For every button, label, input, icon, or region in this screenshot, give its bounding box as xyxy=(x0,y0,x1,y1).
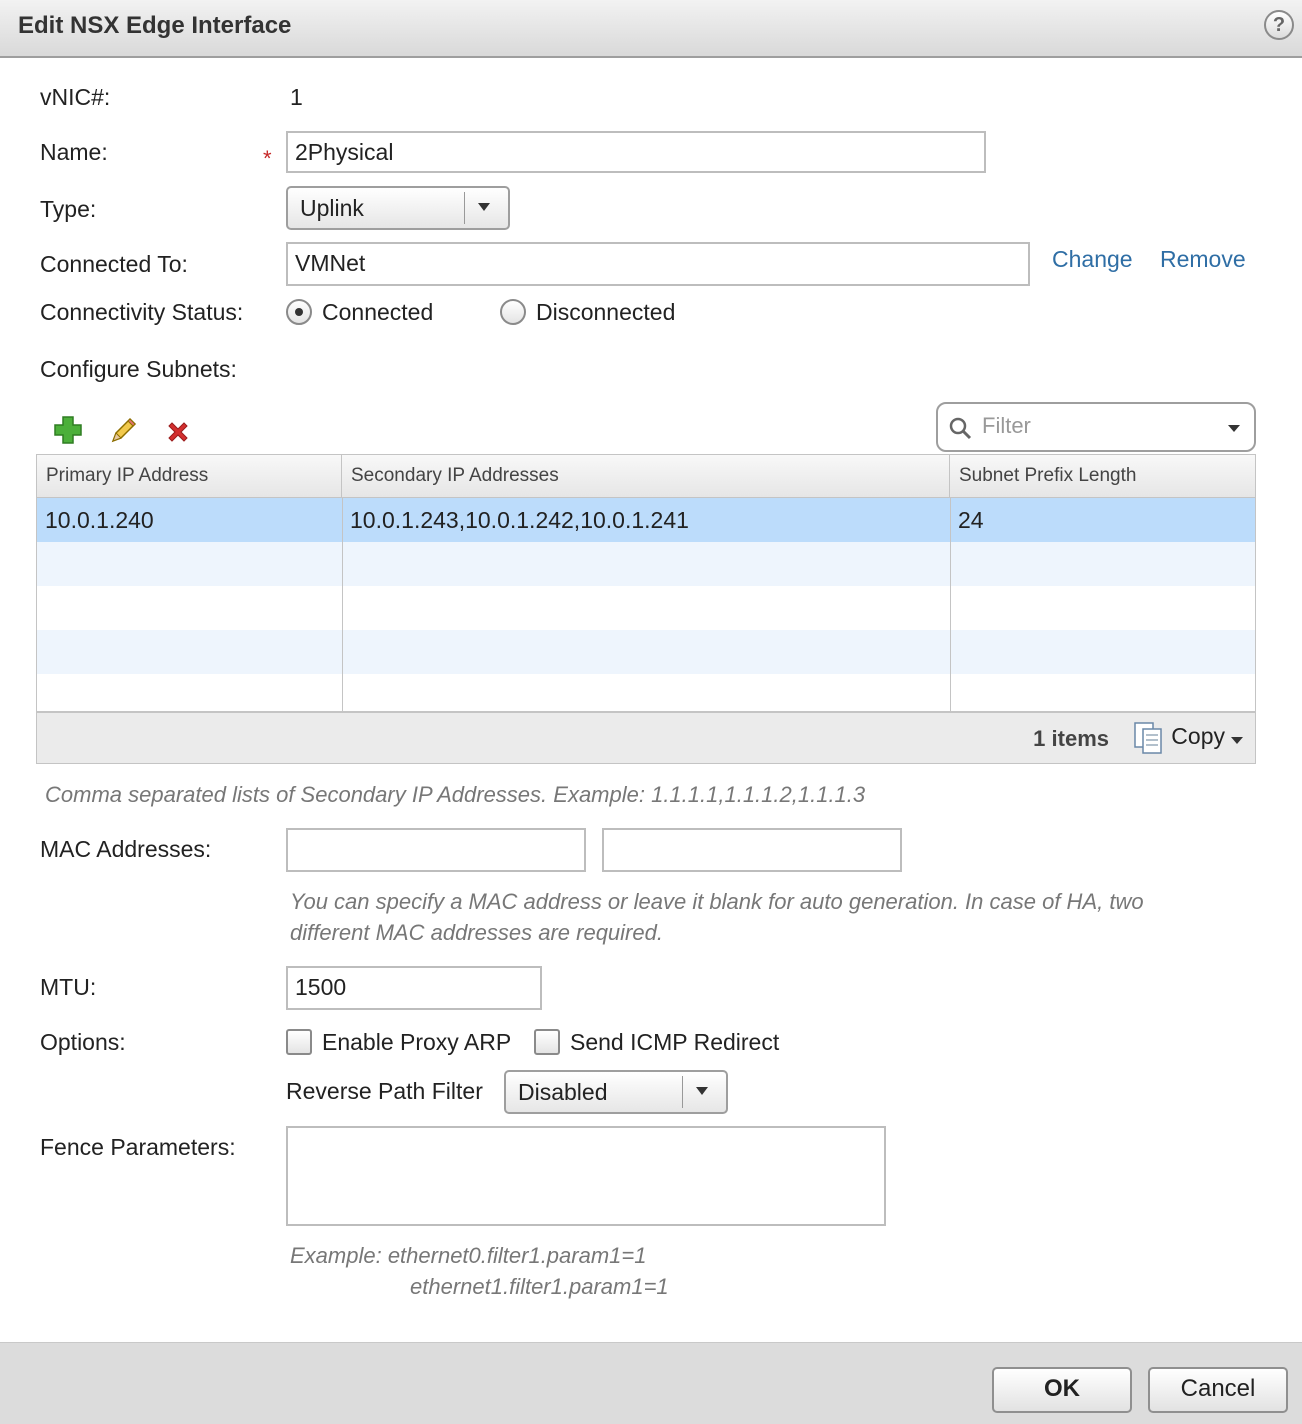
connected-to-field[interactable]: VMNet xyxy=(286,242,1030,286)
connectivity-status-label: Connectivity Status: xyxy=(40,299,244,325)
secondary-ip-cell: 10.0.1.243,10.0.1.242,10.0.1.241 xyxy=(350,507,689,533)
connected-radio-label: Connected xyxy=(322,299,434,325)
dialog-footer: OK Cancel xyxy=(0,1342,1302,1424)
dialog-title: Edit NSX Edge Interface xyxy=(18,12,292,39)
table-row[interactable]: 10.0.1.240 10.0.1.243,10.0.1.242,10.0.1.… xyxy=(37,498,1255,542)
table-footer: 1 items Copy xyxy=(37,711,1255,763)
mtu-label: MTU: xyxy=(40,974,97,1000)
prefix-length-cell: 24 xyxy=(958,507,984,533)
secondary-ip-hint: Comma separated lists of Secondary IP Ad… xyxy=(45,782,866,807)
vnic-label: vNIC#: xyxy=(40,84,111,110)
primary-ip-cell: 10.0.1.240 xyxy=(45,507,154,533)
fence-parameters-textarea[interactable] xyxy=(286,1126,886,1226)
change-link[interactable]: Change xyxy=(1052,246,1133,273)
column-header-prefix-length[interactable]: Subnet Prefix Length xyxy=(950,455,1255,498)
chevron-down-icon[interactable] xyxy=(1231,737,1243,744)
items-count: 1 items xyxy=(1033,726,1109,751)
required-asterisk: * xyxy=(263,146,272,171)
empty-row xyxy=(37,586,1255,630)
edit-pencil-icon[interactable] xyxy=(108,414,140,446)
cancel-button[interactable]: Cancel xyxy=(1148,1367,1288,1413)
mac-address-input-2[interactable] xyxy=(602,828,902,872)
subnets-table: Primary IP Address Secondary IP Addresse… xyxy=(36,454,1256,764)
options-label: Options: xyxy=(40,1029,126,1055)
enable-proxy-arp-label: Enable Proxy ARP xyxy=(322,1029,512,1055)
mac-address-input-1[interactable] xyxy=(286,828,586,872)
empty-row xyxy=(37,630,1255,674)
enable-proxy-arp-checkbox[interactable] xyxy=(286,1029,312,1055)
table-header: Primary IP Address Secondary IP Addresse… xyxy=(37,455,1255,498)
reverse-path-filter-label: Reverse Path Filter xyxy=(286,1078,483,1104)
empty-row xyxy=(37,542,1255,586)
chevron-down-icon xyxy=(478,203,490,211)
reverse-path-filter-value: Disabled xyxy=(518,1079,608,1105)
copy-button[interactable]: Copy xyxy=(1171,723,1225,750)
type-label: Type: xyxy=(40,196,97,222)
type-select[interactable]: Uplink xyxy=(286,186,510,230)
delete-icon[interactable] xyxy=(164,418,192,446)
column-header-secondary-ip[interactable]: Secondary IP Addresses xyxy=(342,455,950,498)
fence-parameters-label: Fence Parameters: xyxy=(40,1134,236,1160)
disconnected-radio[interactable] xyxy=(500,299,526,325)
chevron-down-icon xyxy=(696,1087,708,1095)
column-header-primary-ip[interactable]: Primary IP Address xyxy=(37,455,342,498)
connected-radio[interactable] xyxy=(286,299,312,325)
mac-hint-line-1: You can specify a MAC address or leave i… xyxy=(290,889,1144,914)
configure-subnets-label: Configure Subnets: xyxy=(40,356,237,382)
type-select-value: Uplink xyxy=(300,195,364,221)
filter-placeholder: Filter xyxy=(982,413,1031,438)
send-icmp-redirect-label: Send ICMP Redirect xyxy=(570,1029,780,1055)
connected-to-label: Connected To: xyxy=(40,251,188,277)
search-icon xyxy=(949,417,972,440)
name-label: Name: xyxy=(40,139,108,165)
add-icon[interactable] xyxy=(52,414,84,446)
vnic-value: 1 xyxy=(290,84,303,110)
mac-hint-line-2: different MAC addresses are required. xyxy=(290,920,663,945)
mac-addresses-label: MAC Addresses: xyxy=(40,836,212,862)
filter-input[interactable]: Filter xyxy=(936,402,1256,452)
chevron-down-icon[interactable] xyxy=(1228,425,1240,432)
fence-example-line-2: ethernet1.filter1.param1=1 xyxy=(410,1274,669,1299)
reverse-path-filter-select[interactable]: Disabled xyxy=(504,1070,728,1114)
disconnected-radio-label: Disconnected xyxy=(536,299,676,325)
ok-button[interactable]: OK xyxy=(992,1367,1132,1413)
mtu-input[interactable]: 1500 xyxy=(286,966,542,1010)
name-input[interactable]: 2Physical xyxy=(286,131,986,173)
help-icon[interactable]: ? xyxy=(1264,10,1294,40)
copy-icon[interactable] xyxy=(1133,721,1163,755)
fence-example-line-1: Example: ethernet0.filter1.param1=1 xyxy=(290,1243,647,1268)
remove-link[interactable]: Remove xyxy=(1160,246,1246,273)
send-icmp-redirect-checkbox[interactable] xyxy=(534,1029,560,1055)
dialog-titlebar: Edit NSX Edge Interface ? xyxy=(0,0,1302,58)
